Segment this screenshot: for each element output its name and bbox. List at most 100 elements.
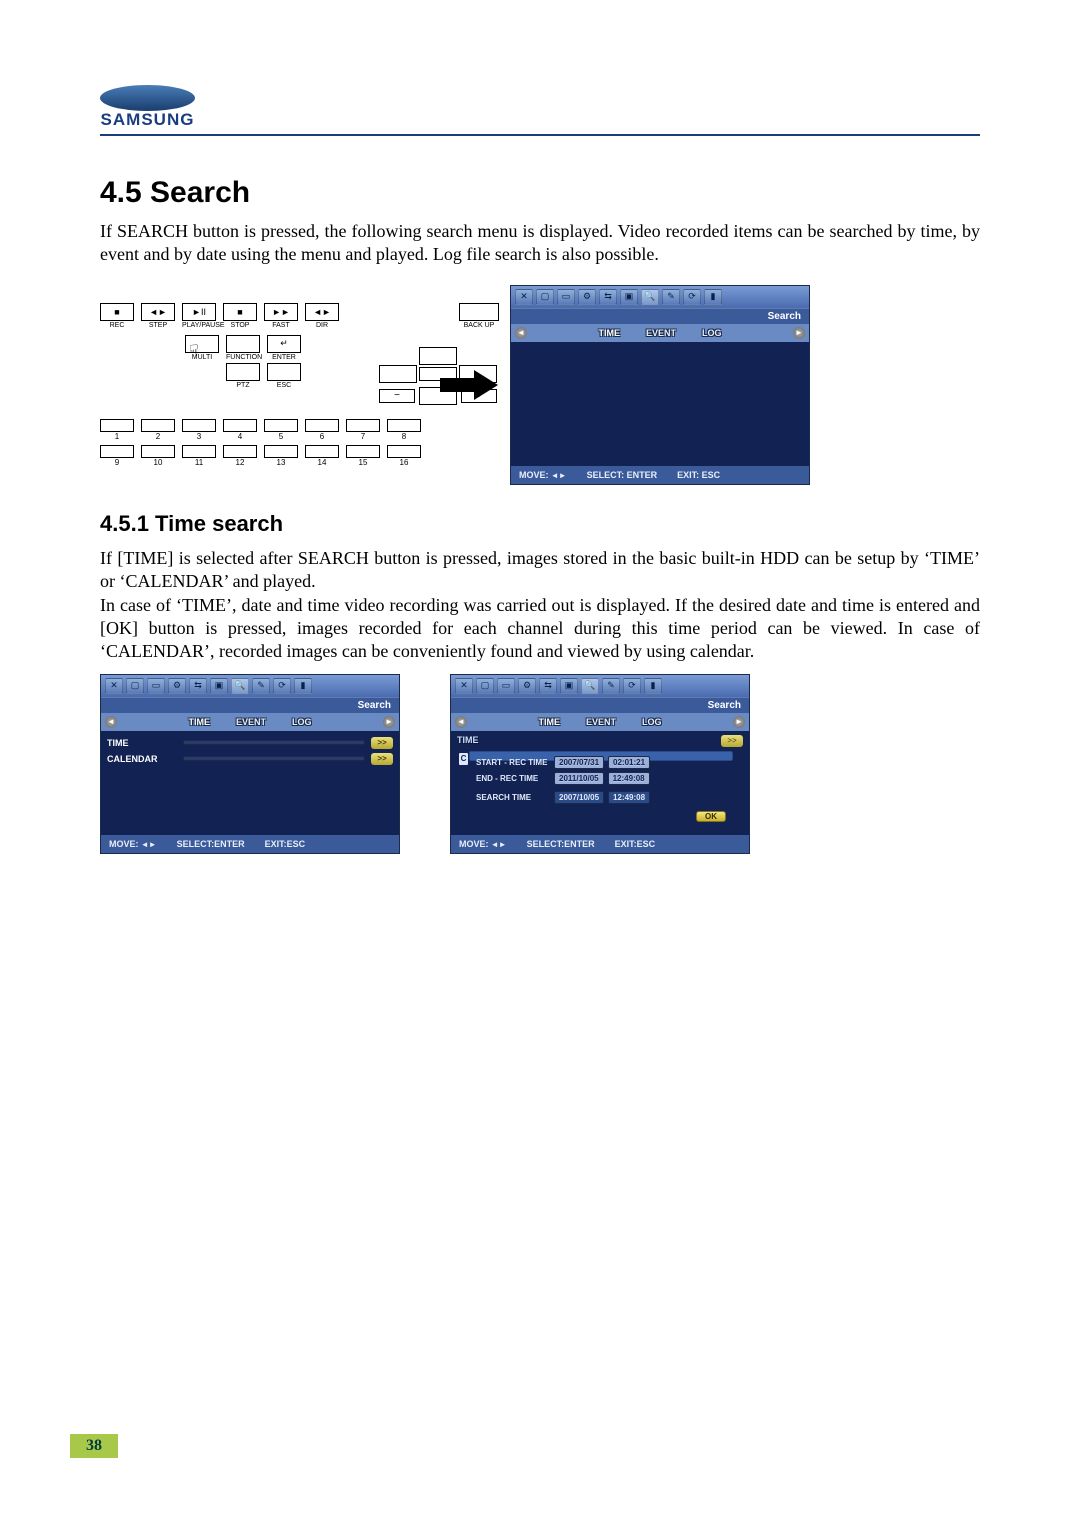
toolbar-search-icon[interactable]: 🔍: [231, 678, 249, 694]
list-row-time[interactable]: TIME >>: [107, 735, 393, 751]
remote-num-button[interactable]: [100, 445, 134, 458]
tab-event[interactable]: EVENT: [586, 717, 616, 727]
tab-time[interactable]: TIME: [598, 328, 620, 338]
toolbar-icon[interactable]: ⇆: [599, 289, 617, 305]
go-button[interactable]: >>: [721, 735, 743, 747]
footer-exit: EXIT:ESC: [615, 839, 656, 849]
logo-ellipse-icon: [100, 85, 195, 111]
remote-num-button[interactable]: [141, 445, 175, 458]
go-button[interactable]: >>: [371, 753, 393, 765]
tab-scroll-right-icon[interactable]: ►: [733, 716, 745, 728]
toolbar-icon[interactable]: ⇆: [539, 678, 557, 694]
page-number: 38: [70, 1434, 118, 1458]
remote-num-button[interactable]: [223, 445, 257, 458]
dvr-toolbar: ✕ ▢ ▭ ⚙ ⇆ ▣ 🔍 ✎ ⟳ ▮: [451, 675, 749, 697]
tab-scroll-left-icon[interactable]: ◄: [105, 716, 117, 728]
remote-enter-button[interactable]: ↵: [267, 335, 301, 353]
remote-playpause-button[interactable]: ►II: [182, 303, 216, 321]
row-search-time: SEARCH TIME 2007/10/05 12:49:08: [476, 791, 726, 804]
remote-num-button[interactable]: [346, 445, 380, 458]
toolbar-icon[interactable]: ▭: [147, 678, 165, 694]
toolbar-icon[interactable]: ▢: [126, 678, 144, 694]
tab-log[interactable]: LOG: [702, 328, 722, 338]
toolbar-icon[interactable]: ✎: [602, 678, 620, 694]
dvr-window-title: Search: [451, 697, 749, 713]
remote-function-button[interactable]: [226, 335, 260, 353]
toolbar-icon[interactable]: ▭: [557, 289, 575, 305]
row-end-rec-time: END - REC TIME 2011/10/05 12:49:08: [476, 772, 726, 785]
tab-event[interactable]: EVENT: [646, 328, 676, 338]
remote-num-button[interactable]: [346, 419, 380, 432]
tab-scroll-left-icon[interactable]: ◄: [455, 716, 467, 728]
go-button[interactable]: >>: [371, 737, 393, 749]
tab-scroll-left-icon[interactable]: ◄: [515, 327, 527, 339]
toolbar-icon[interactable]: ▣: [210, 678, 228, 694]
remote-backup-button[interactable]: [459, 303, 499, 321]
tab-log[interactable]: LOG: [642, 717, 662, 727]
toolbar-icon[interactable]: ✕: [455, 678, 473, 694]
toolbar-icon[interactable]: ✕: [515, 289, 533, 305]
remote-num-button[interactable]: [387, 445, 421, 458]
remote-num-button[interactable]: [264, 445, 298, 458]
toolbar-icon[interactable]: ✕: [105, 678, 123, 694]
toolbar-icon[interactable]: ▢: [476, 678, 494, 694]
samsung-logo: SAMSUNG: [100, 85, 195, 130]
toolbar-icon[interactable]: ▮: [294, 678, 312, 694]
toolbar-search-icon[interactable]: 🔍: [641, 289, 659, 305]
remote-dir-button[interactable]: ◄►: [305, 303, 339, 321]
close-notch-icon[interactable]: C: [459, 753, 468, 765]
remote-multi-button[interactable]: [185, 335, 219, 353]
remote-esc-button[interactable]: [267, 363, 301, 381]
remote-num-button[interactable]: [223, 419, 257, 432]
toolbar-icon[interactable]: ✎: [252, 678, 270, 694]
tab-log[interactable]: LOG: [292, 717, 312, 727]
remote-num-button[interactable]: [100, 419, 134, 432]
remote-num-button[interactable]: [305, 419, 339, 432]
remote-rec-button[interactable]: ■: [100, 303, 134, 321]
dpad-up-button[interactable]: [419, 347, 457, 365]
header-rule: [100, 134, 980, 136]
toolbar-search-icon[interactable]: 🔍: [581, 678, 599, 694]
tab-event[interactable]: EVENT: [236, 717, 266, 727]
remote-num-button[interactable]: [264, 419, 298, 432]
tab-time[interactable]: TIME: [188, 717, 210, 727]
remote-step-button[interactable]: ◄►: [141, 303, 175, 321]
toolbar-icon[interactable]: ✎: [662, 289, 680, 305]
toolbar-icon[interactable]: ⚙: [578, 289, 596, 305]
toolbar-icon[interactable]: ▭: [497, 678, 515, 694]
remote-num-button[interactable]: [305, 445, 339, 458]
tab-time[interactable]: TIME: [538, 717, 560, 727]
footer-select: SELECT: ENTER: [587, 470, 658, 480]
tab-scroll-right-icon[interactable]: ►: [793, 327, 805, 339]
toolbar-icon[interactable]: ⇆: [189, 678, 207, 694]
tab-scroll-right-icon[interactable]: ►: [383, 716, 395, 728]
section-intro-paragraph: If SEARCH button is pressed, the followi…: [100, 220, 980, 267]
remote-num-button[interactable]: [387, 419, 421, 432]
toolbar-icon[interactable]: ⟳: [683, 289, 701, 305]
toolbar-icon[interactable]: ▣: [620, 289, 638, 305]
remote-number-row-2: 9 10 11 12 13 14 15 16: [100, 445, 430, 467]
remote-num-button[interactable]: [182, 419, 216, 432]
search-time-input[interactable]: 12:49:08: [608, 791, 650, 804]
remote-num-button[interactable]: [141, 419, 175, 432]
toolbar-icon[interactable]: ▢: [536, 289, 554, 305]
toolbar-icon[interactable]: ⚙: [168, 678, 186, 694]
remote-num-button[interactable]: [182, 445, 216, 458]
remote-minus-button[interactable]: −: [379, 389, 415, 403]
remote-fast-button[interactable]: ►►: [264, 303, 298, 321]
toolbar-icon[interactable]: ⟳: [623, 678, 641, 694]
toolbar-icon[interactable]: ▮: [644, 678, 662, 694]
dvr-footer: MOVE: SELECT:ENTER EXIT:ESC: [101, 835, 399, 853]
toolbar-icon[interactable]: ▮: [704, 289, 722, 305]
remote-stop-button[interactable]: ■: [223, 303, 257, 321]
dpad-left-button[interactable]: [379, 365, 417, 383]
list-row-calendar[interactable]: CALENDAR >>: [107, 751, 393, 767]
search-date-input[interactable]: 2007/10/05: [554, 791, 604, 804]
dvr-footer: MOVE: SELECT:ENTER EXIT:ESC: [451, 835, 749, 853]
dvr-window-title: Search: [101, 697, 399, 713]
toolbar-icon[interactable]: ▣: [560, 678, 578, 694]
remote-ptz-button[interactable]: [226, 363, 260, 381]
ok-button[interactable]: OK: [696, 811, 726, 822]
toolbar-icon[interactable]: ⟳: [273, 678, 291, 694]
toolbar-icon[interactable]: ⚙: [518, 678, 536, 694]
